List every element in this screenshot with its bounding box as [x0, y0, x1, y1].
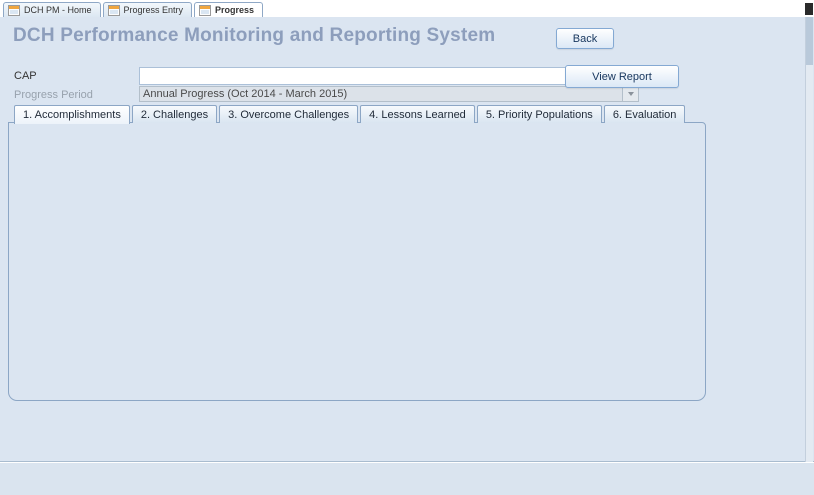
doc-tab-dch-pm-home[interactable]: DCH PM - Home [3, 2, 101, 17]
progress-period-field: Annual Progress (Oct 2014 - March 2015) [139, 86, 639, 102]
doc-tab-label: Progress [215, 5, 254, 15]
tab-challenges[interactable]: 2. Challenges [132, 105, 217, 123]
doc-tab-label: DCH PM - Home [24, 5, 92, 15]
tab-lessons-learned[interactable]: 4. Lessons Learned [360, 105, 475, 123]
scrollbar-thumb[interactable] [806, 17, 813, 65]
document-tab-bar: DCH PM - Home Progress Entry Progress [0, 0, 814, 17]
chevron-down-icon [628, 92, 634, 96]
vertical-scrollbar[interactable] [805, 17, 813, 462]
back-button[interactable]: Back [556, 28, 614, 49]
app-window: DCH PM - Home Progress Entry Progress DC… [0, 0, 814, 495]
form-icon [108, 5, 120, 16]
accomplishments-panel [8, 122, 706, 401]
progress-period-label: Progress Period [14, 89, 93, 101]
tab-overcome-challenges[interactable]: 3. Overcome Challenges [219, 105, 358, 123]
cap-label: CAP [14, 70, 37, 82]
progress-period-value: Annual Progress (Oct 2014 - March 2015) [140, 88, 622, 100]
progress-period-dropdown-button [622, 87, 638, 101]
page-title: DCH Performance Monitoring and Reporting… [13, 25, 495, 47]
doc-tab-progress[interactable]: Progress [194, 2, 263, 17]
cap-combobox[interactable] [139, 67, 639, 85]
form-icon [199, 5, 211, 16]
bottom-strip [0, 463, 814, 495]
doc-tab-label: Progress Entry [124, 5, 184, 15]
section-tab-strip: 1. Accomplishments 2. Challenges 3. Over… [14, 105, 687, 124]
form-icon [8, 5, 20, 16]
view-report-button[interactable]: View Report [565, 65, 679, 88]
scroll-corner-mark [805, 3, 813, 15]
tab-evaluation[interactable]: 6. Evaluation [604, 105, 686, 123]
tab-accomplishments[interactable]: 1. Accomplishments [14, 105, 130, 124]
tab-priority-populations[interactable]: 5. Priority Populations [477, 105, 602, 123]
doc-tab-progress-entry[interactable]: Progress Entry [103, 2, 193, 17]
